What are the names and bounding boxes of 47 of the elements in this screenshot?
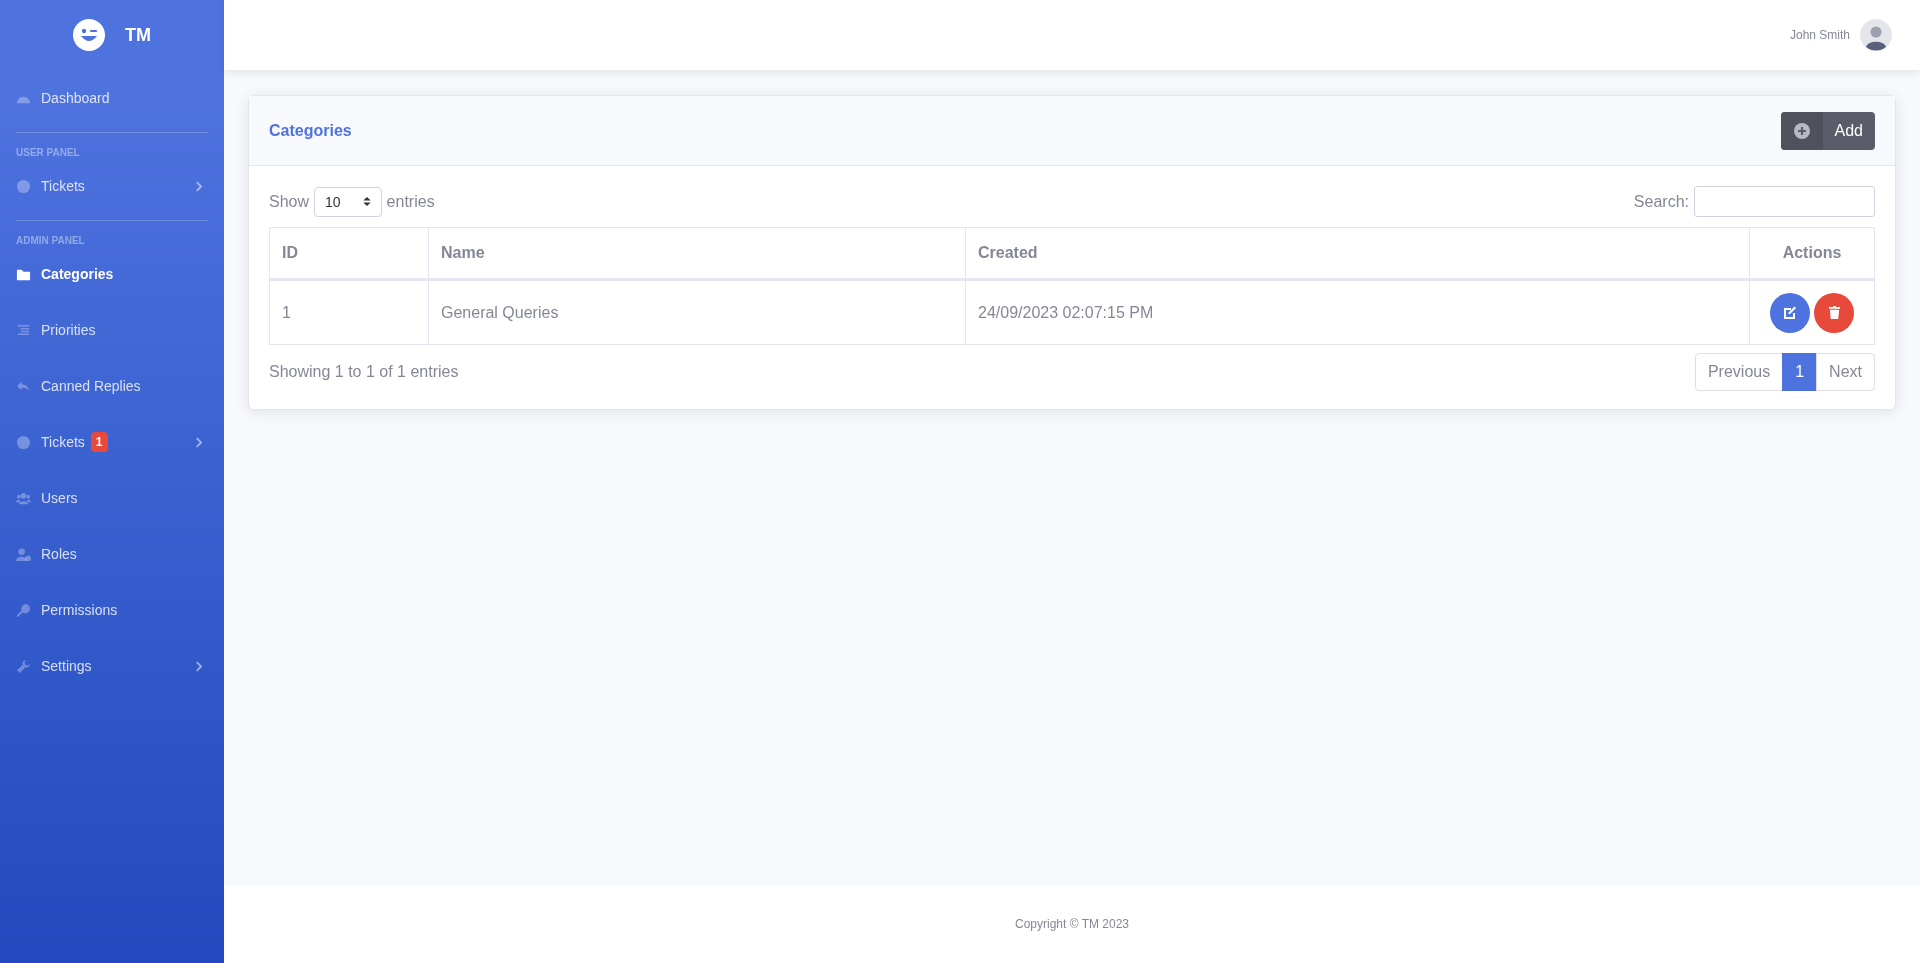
trash-icon — [1827, 305, 1841, 320]
sidebar-item[interactable]: Categories — [0, 246, 224, 302]
sidebar-item[interactable]: Tickets 1 — [0, 414, 224, 470]
user-icon — [16, 546, 31, 562]
sidebar-item[interactable]: Tickets — [0, 158, 224, 214]
key-icon — [16, 602, 31, 618]
delete-button[interactable] — [1814, 292, 1855, 333]
up-down-arrows-icon — [362, 196, 371, 207]
winking-face-logo-icon — [73, 19, 105, 51]
edit-button[interactable] — [1769, 292, 1810, 333]
entries-label: entries — [386, 192, 435, 211]
table-cell: 1 — [269, 279, 429, 345]
sidebar-heading: ADMIN PANEL — [15, 234, 86, 246]
sidebar-item[interactable]: Canned Replies — [0, 358, 224, 414]
brand-name: TM — [125, 24, 151, 46]
search-field[interactable] — [1694, 186, 1875, 217]
sidebar-item[interactable]: Permissions — [0, 582, 224, 638]
sidebar-item[interactable]: Dashboard — [0, 70, 224, 126]
edit-icon — [1781, 304, 1798, 321]
sidebar-item[interactable]: Priorities — [0, 302, 224, 358]
table-cell: 24/09/2023 02:07:15 PM — [965, 279, 1750, 345]
sidebar-item[interactable]: Users — [0, 470, 224, 526]
column-header[interactable]: Actions — [1749, 227, 1875, 280]
users-icon — [16, 490, 31, 506]
plus-circle-icon — [1793, 122, 1810, 139]
table-info: Showing 1 to 1 of 1 entries — [269, 363, 459, 381]
wrench-icon — [16, 658, 31, 674]
avatar-icon[interactable] — [1860, 19, 1892, 51]
table-cell: General Queries — [428, 279, 966, 345]
column-header[interactable]: Name — [428, 227, 966, 280]
sidebar-item[interactable]: Roles — [0, 526, 224, 582]
sidebar-item[interactable]: Settings — [0, 638, 224, 694]
add-button[interactable]: Add — [1780, 111, 1875, 150]
list-icon — [16, 322, 31, 338]
search-label: Search: — [1633, 192, 1689, 211]
copyright-text: Copyright © TM 2023 — [1015, 917, 1129, 931]
entries-select[interactable]: 10 — [314, 186, 382, 217]
sidebar-heading: USER PANEL — [15, 146, 81, 158]
notification-badge: 1 — [90, 432, 108, 452]
previous-button[interactable]: Previous — [1694, 353, 1784, 391]
user-name: John Smith — [1789, 28, 1850, 42]
card-title: Categories — [269, 121, 352, 140]
column-header[interactable]: Created — [965, 227, 1750, 280]
next-button[interactable]: Next — [1816, 353, 1875, 391]
show-label: Show — [269, 192, 310, 211]
page-button[interactable]: 1 — [1782, 353, 1818, 391]
column-header[interactable]: ID — [269, 227, 429, 280]
